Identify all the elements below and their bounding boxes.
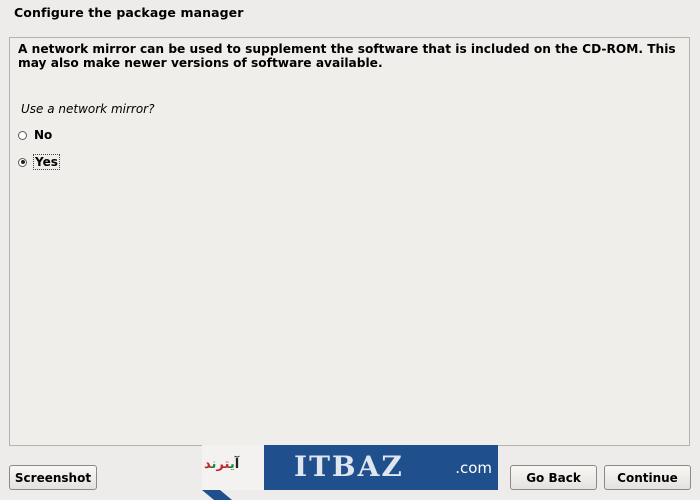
screenshot-button[interactable]: Screenshot <box>9 465 97 490</box>
radio-label-yes[interactable]: Yes <box>33 154 60 170</box>
radio-button-yes[interactable] <box>18 157 27 167</box>
radio-option-yes[interactable]: Yes <box>18 153 60 171</box>
watermark-domain: .com <box>455 459 492 477</box>
watermark-persian-glyphs: آیترند <box>204 457 240 472</box>
title-bar: Configure the package manager <box>0 0 700 30</box>
page-title: Configure the package manager <box>14 5 244 20</box>
question-label: Use a network mirror? <box>21 102 155 116</box>
watermark-persian-text: آیترند <box>202 445 264 490</box>
radio-label-no[interactable]: No <box>33 128 53 142</box>
watermark-logo: آیترند ITBAZ .com <box>202 445 498 500</box>
description-text: A network mirror can be used to suppleme… <box>18 42 676 70</box>
radio-button-no[interactable] <box>18 130 27 140</box>
continue-button[interactable]: Continue <box>604 465 691 490</box>
go-back-button[interactable]: Go Back <box>510 465 597 490</box>
watermark-brand-text: ITBAZ <box>294 450 404 483</box>
content-panel: A network mirror can be used to suppleme… <box>9 37 690 446</box>
watermark-banner: ITBAZ .com <box>264 445 498 490</box>
radio-option-no[interactable]: No <box>18 126 53 144</box>
watermark-stripe-icon <box>202 490 232 500</box>
